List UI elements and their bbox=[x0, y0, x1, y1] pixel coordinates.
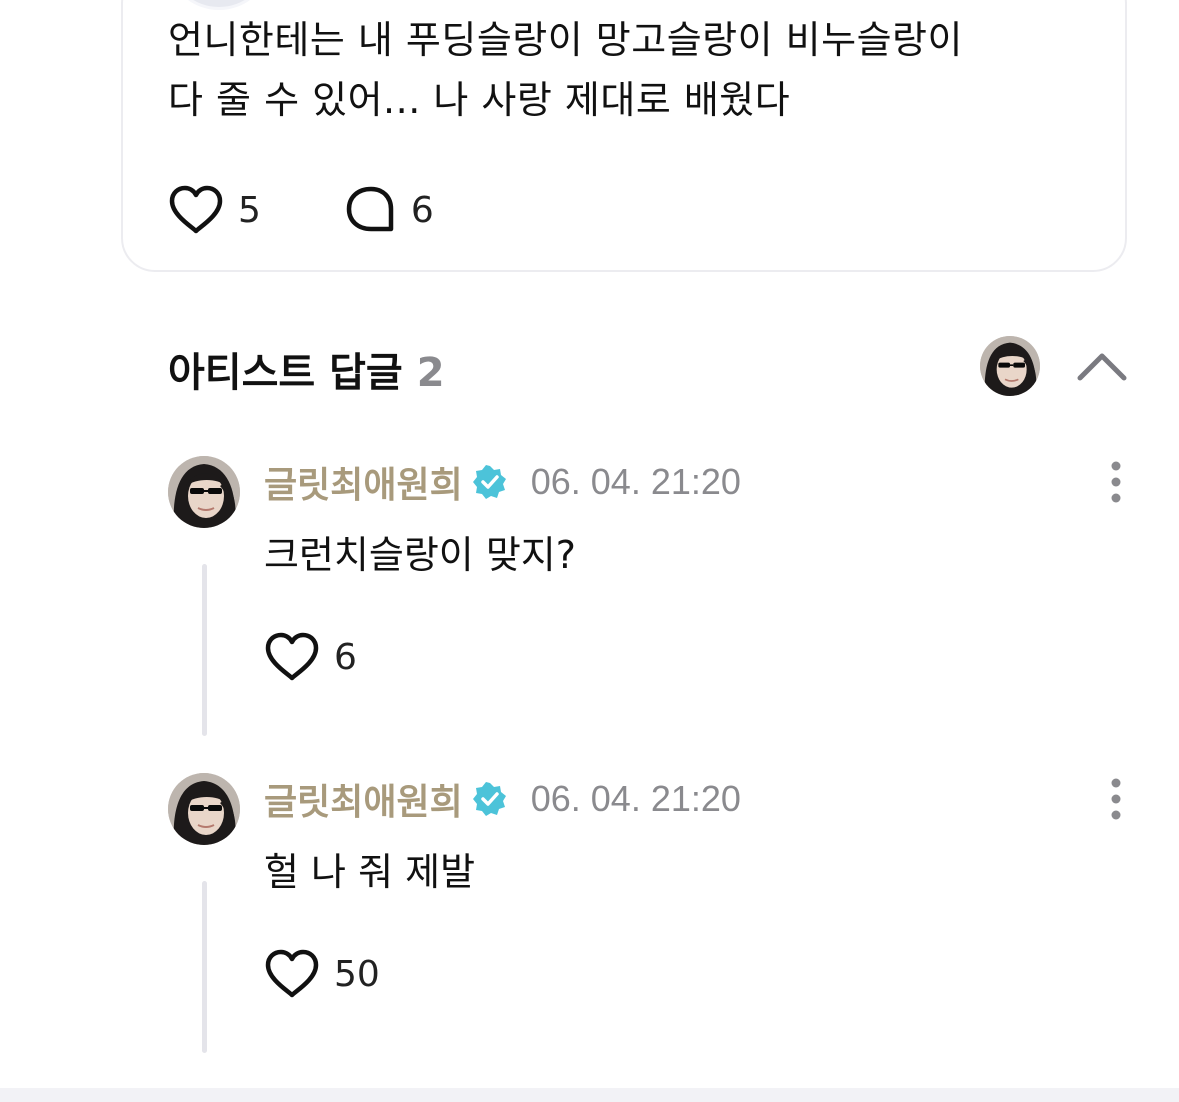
heart-outline-icon bbox=[265, 632, 319, 681]
post-like-button[interactable]: 5 bbox=[168, 185, 261, 235]
reply-like-button[interactable]: 50 bbox=[264, 949, 380, 999]
reply-text: 헐 나 줘 제발 bbox=[264, 850, 476, 894]
post-body: 언니한테는 내 푸딩슬랑이 망고슬랑이 비누슬랑이 다 줄 수 있어... 나 … bbox=[168, 10, 1068, 130]
vertical-ellipsis-icon bbox=[1111, 461, 1121, 503]
artist-replies-count: 2 bbox=[416, 350, 445, 396]
reply-avatar-image bbox=[168, 456, 240, 528]
thread-line bbox=[202, 564, 207, 736]
post-actions: 5 6 bbox=[168, 184, 434, 236]
reply-like-count: 50 bbox=[334, 953, 380, 995]
reply-avatar[interactable] bbox=[168, 456, 240, 528]
reply-timestamp: 06. 04. 21:20 bbox=[530, 778, 741, 819]
post-text-line-2: 다 줄 수 있어... 나 사랑 제대로 배웠다 bbox=[168, 78, 791, 122]
reply-meta: 글릿최애원희 06. 04. 21:20 bbox=[264, 458, 741, 506]
reply-like-count: 6 bbox=[334, 636, 357, 678]
reply-text: 크런치슬랑이 맞지? bbox=[264, 533, 576, 577]
reply-like-button[interactable]: 6 bbox=[264, 632, 357, 682]
bottom-divider bbox=[0, 1088, 1179, 1102]
artist-replies-title: 아티스트 답글 2 bbox=[168, 340, 445, 398]
vertical-ellipsis-icon bbox=[1111, 778, 1121, 820]
artist-reply-1: 글릿최애원희 06. 04. 21:20 크런치슬랑이 맞지? 6 bbox=[168, 456, 1148, 746]
heart-outline-icon bbox=[265, 949, 319, 998]
post-comment-count: 6 bbox=[410, 189, 434, 231]
reply-more-button[interactable] bbox=[1104, 777, 1128, 821]
chevron-up-icon bbox=[1077, 353, 1127, 381]
heart-outline-icon bbox=[169, 185, 223, 234]
post-text-line-1: 언니한테는 내 푸딩슬랑이 망고슬랑이 비누슬랑이 bbox=[168, 18, 963, 62]
artist-avatar[interactable] bbox=[980, 336, 1040, 396]
post-like-count: 5 bbox=[238, 189, 261, 231]
verified-badge-icon bbox=[472, 465, 506, 499]
reply-avatar-image bbox=[168, 773, 240, 845]
reply-timestamp: 06. 04. 21:20 bbox=[530, 461, 741, 502]
artist-reply-2: 글릿최애원희 06. 04. 21:20 헐 나 줘 제발 50 bbox=[168, 773, 1148, 1063]
reply-avatar[interactable] bbox=[168, 773, 240, 845]
verified-badge-icon bbox=[472, 782, 506, 816]
artist-replies-title-text: 아티스트 답글 bbox=[168, 350, 403, 396]
post-author-avatar[interactable] bbox=[171, 0, 267, 10]
reply-author-name[interactable]: 글릿최애원희 bbox=[264, 456, 463, 508]
reply-more-button[interactable] bbox=[1104, 460, 1128, 504]
reply-meta: 글릿최애원희 06. 04. 21:20 bbox=[264, 775, 741, 823]
thread-line bbox=[202, 881, 207, 1053]
artist-avatar-image bbox=[980, 336, 1040, 396]
artist-replies-header: 아티스트 답글 2 bbox=[168, 336, 1128, 396]
post-comment-button[interactable]: 6 bbox=[345, 185, 434, 235]
speech-bubble-icon bbox=[346, 186, 394, 232]
collapse-replies-button[interactable] bbox=[1076, 348, 1128, 384]
reply-author-name[interactable]: 글릿최애원희 bbox=[264, 773, 463, 825]
